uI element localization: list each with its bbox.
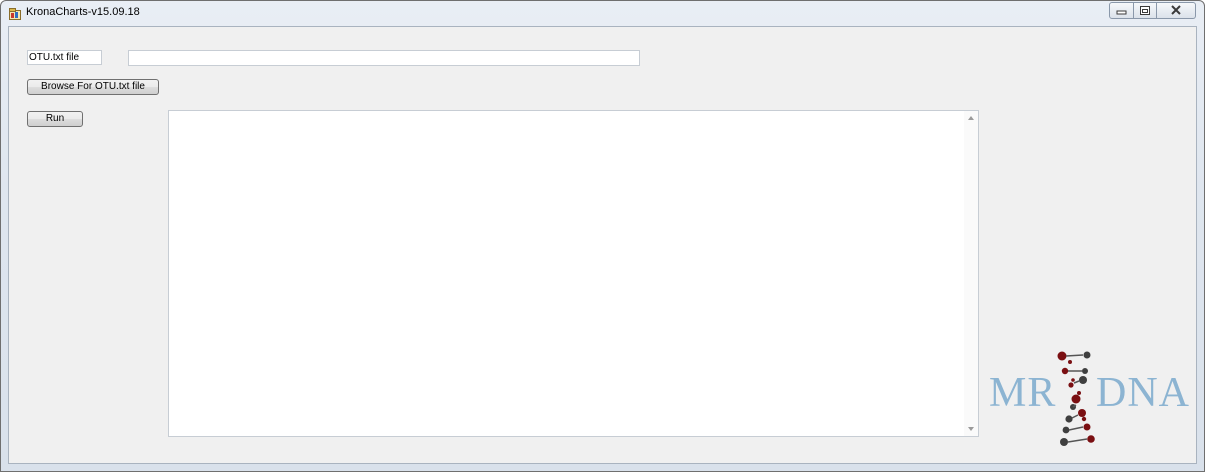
vertical-scrollbar[interactable] [964,111,978,436]
maximize-icon [1140,6,1150,15]
title-bar[interactable]: KronaCharts-v15.09.18 [1,1,1204,25]
scroll-up-arrow-icon[interactable] [964,112,978,124]
browse-button[interactable]: Browse For OTU.txt file [27,79,159,95]
logo-text-dna: DNA [1096,370,1190,416]
close-button[interactable] [1157,2,1196,19]
file-path-input[interactable] [128,50,640,66]
logo-text-mr: MR [989,370,1057,416]
app-icon[interactable] [9,7,21,20]
window-title: KronaCharts-v15.09.18 [26,6,140,18]
maximize-button[interactable] [1134,2,1157,19]
close-icon [1171,5,1181,15]
form-client-area: OTU.txt file Browse For OTU.txt file Run… [8,26,1197,464]
mr-dna-logo: MR DNA [989,349,1189,449]
window-controls [1109,2,1196,19]
app-window: KronaCharts-v15.09.18 OTU.txt file Brows… [0,0,1205,472]
minimize-button[interactable] [1109,2,1134,19]
run-button[interactable]: Run [27,111,83,127]
output-textarea[interactable] [168,110,979,437]
scroll-down-arrow-icon[interactable] [964,423,978,435]
dna-helix-icon [1057,351,1095,446]
file-label-field[interactable]: OTU.txt file [27,50,102,65]
minimize-icon [1116,10,1127,15]
